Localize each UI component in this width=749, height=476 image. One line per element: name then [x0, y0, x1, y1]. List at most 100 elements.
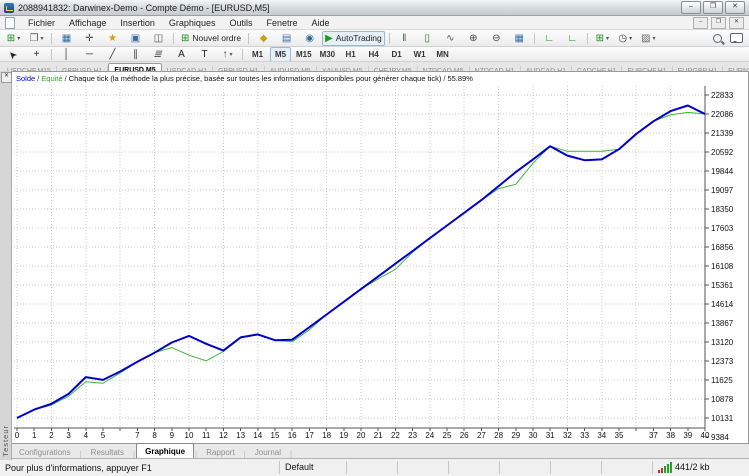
menu-outils[interactable]: Outils: [222, 18, 259, 28]
menu-insertion[interactable]: Insertion: [113, 18, 162, 28]
indicators-button[interactable]: ⊞▾: [592, 31, 613, 46]
x-axis-label: 29: [508, 431, 524, 440]
y-axis-label: 15361: [711, 281, 733, 290]
dropdown-caret-icon[interactable]: ▾: [40, 35, 43, 42]
timeframe-label: M30: [320, 50, 336, 59]
timeframe-mn[interactable]: MN: [432, 47, 453, 62]
dropdown-caret-icon[interactable]: ▾: [629, 35, 632, 42]
horizontal-line-button[interactable]: ─: [79, 47, 100, 62]
tile-windows-button[interactable]: ▦: [509, 31, 530, 46]
profiles-button[interactable]: ❐▾: [26, 31, 47, 46]
search-icon[interactable]: [713, 34, 722, 43]
menu-fenetre[interactable]: Fenetre: [259, 18, 304, 28]
x-axis-label: 5: [95, 431, 111, 440]
status-empty-cell: [448, 461, 499, 474]
line-chart-mode-button[interactable]: ∿: [440, 31, 461, 46]
print-button[interactable]: ▤: [276, 31, 297, 46]
y-axis-label: 22833: [711, 91, 733, 100]
text-label-button[interactable]: T: [194, 47, 215, 62]
terminal-button[interactable]: ▣: [125, 31, 146, 46]
periods-button[interactable]: ◷▾: [615, 31, 636, 46]
dropdown-caret-icon[interactable]: ▾: [652, 35, 655, 42]
x-axis-label: 21: [370, 431, 386, 440]
text-label-icon: T: [201, 49, 207, 60]
status-empty-cell: [499, 461, 550, 474]
timeframe-m15[interactable]: M15: [293, 47, 315, 62]
minimize-button[interactable]: –: [681, 1, 701, 14]
data-window-button[interactable]: ✛: [79, 31, 100, 46]
bar-chart-mode-button[interactable]: ‖: [394, 31, 415, 46]
status-profile[interactable]: Default: [279, 461, 346, 474]
timeframe-h4[interactable]: H4: [363, 47, 384, 62]
autotrading-button[interactable]: ▶AutoTrading: [322, 31, 385, 46]
navigator-button[interactable]: ★: [102, 31, 123, 46]
toolbar-tools-buttons: ➤+ │ ─ ╱∥≣ A T ↑▾: [2, 47, 246, 62]
x-axis-label: 35: [611, 431, 627, 440]
chart-shift-button[interactable]: ∟: [562, 31, 583, 46]
menu-aide[interactable]: Aide: [305, 18, 337, 28]
trendline-button[interactable]: ╱: [102, 47, 123, 62]
y-axis-label: 12373: [711, 357, 733, 366]
strategy-tester-panel: ✕ Testeur Solde/Equité/Chaque tick (la m…: [0, 71, 749, 444]
menu-items: FichierAffichageInsertionGraphiquesOutil…: [21, 18, 337, 28]
x-axis-label: 12: [215, 431, 231, 440]
timeframe-m1[interactable]: M1: [247, 47, 268, 62]
templates-button[interactable]: ▨▾: [638, 31, 659, 46]
menu-affichage[interactable]: Affichage: [62, 18, 113, 28]
dropdown-caret-icon[interactable]: ▾: [606, 35, 609, 42]
dropdown-caret-icon[interactable]: ▾: [229, 51, 232, 58]
y-axis-label: 9384: [711, 433, 729, 442]
mdi-close-button[interactable]: ✕: [729, 17, 744, 29]
x-axis-label: 27: [473, 431, 489, 440]
zoom-out-button[interactable]: ⊖: [486, 31, 507, 46]
toolbar-separator: [51, 33, 52, 44]
new-chart-button[interactable]: ⊞▾: [3, 31, 24, 46]
community-button[interactable]: ◉: [299, 31, 320, 46]
data-window-icon: ✛: [85, 33, 93, 44]
tester-close-button[interactable]: ✕: [1, 72, 12, 83]
close-button[interactable]: ✕: [725, 1, 745, 14]
zoom-in-button[interactable]: ⊕: [463, 31, 484, 46]
mdi-restore-button[interactable]: ❐: [711, 17, 726, 29]
maximize-button[interactable]: ❐: [703, 1, 723, 14]
fibonacci-button[interactable]: ≣: [148, 47, 169, 62]
market-watch-button[interactable]: ▦: [56, 31, 77, 46]
horizontal-line-icon: ─: [86, 49, 93, 60]
tester-graph-area[interactable]: Solde/Equité/Chaque tick (la méthode la …: [11, 71, 749, 444]
x-axis-label: 32: [559, 431, 575, 440]
equidistant-channel-button[interactable]: ∥: [125, 47, 146, 62]
navigator-icon: ★: [108, 33, 117, 44]
chat-icon[interactable]: [730, 33, 743, 43]
text-icon: A: [178, 49, 185, 60]
metaeditor-button[interactable]: ◆: [253, 31, 274, 46]
cursor-button[interactable]: ➤: [3, 47, 24, 62]
vertical-line-button[interactable]: │: [56, 47, 77, 62]
arrows-button[interactable]: ↑▾: [217, 47, 238, 62]
auto-scroll-button[interactable]: ∟: [539, 31, 560, 46]
title-bar: 2088941832: Darwinex-Demo - Compte Démo …: [0, 0, 749, 16]
timeframe-d1[interactable]: D1: [386, 47, 407, 62]
connection-bar: [664, 466, 666, 473]
y-axis-label: 10131: [711, 414, 733, 423]
tester-tab-graphique[interactable]: Graphique: [136, 443, 194, 459]
text-button[interactable]: A: [171, 47, 192, 62]
strategy-tester-button[interactable]: ◫: [148, 31, 169, 46]
new-order-button[interactable]: ⊞Nouvel ordre: [178, 31, 244, 46]
mdi-minimize-button[interactable]: –: [693, 17, 708, 29]
crosshair-button[interactable]: +: [26, 47, 47, 62]
timeframe-w1[interactable]: W1: [409, 47, 430, 62]
toolbar-separator: [248, 33, 249, 44]
y-axis-label: 19097: [711, 186, 733, 195]
menu-fichier[interactable]: Fichier: [21, 18, 62, 28]
timeframe-m30[interactable]: M30: [317, 47, 339, 62]
timeframe-m5[interactable]: M5: [270, 47, 291, 62]
candle-chart-mode-button[interactable]: ▯: [417, 31, 438, 46]
y-axis-label: 16108: [711, 262, 733, 271]
timeframe-h1[interactable]: H1: [340, 47, 361, 62]
dropdown-caret-icon[interactable]: ▾: [17, 35, 20, 42]
menu-graphiques[interactable]: Graphiques: [162, 18, 223, 28]
status-empty-cell: [550, 461, 601, 474]
graph-legend: Solde/Equité/Chaque tick (la méthode la …: [16, 74, 473, 83]
new-order-label: Nouvel ordre: [192, 33, 241, 43]
tester-panel-title: Testeur: [1, 425, 10, 457]
